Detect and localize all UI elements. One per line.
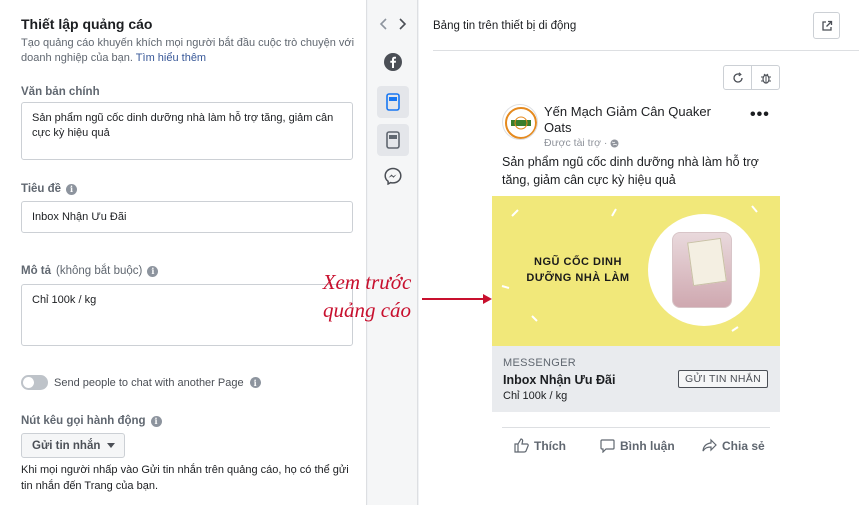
panel-description: Tạo quảng cáo khuyến khích mọi người bắt…: [21, 37, 355, 64]
preview-tools: [723, 65, 780, 90]
share-icon: [702, 438, 717, 452]
mobile-feed-placement-button[interactable]: [377, 86, 409, 118]
product-tag: [687, 237, 727, 287]
cta-headline: Inbox Nhận Ưu Đãi: [503, 373, 616, 387]
preview-panel: Bảng tin trên thiết bị di động Yến Mạch …: [419, 0, 859, 505]
open-external-button[interactable]: [813, 12, 840, 39]
info-icon[interactable]: i: [249, 377, 261, 388]
learn-more-link[interactable]: Tìm hiểu thêm: [136, 52, 206, 64]
ad-image-text: NGŨ CỐC DINH DƯỠNG NHÀ LÀM: [526, 256, 630, 284]
send-message-button[interactable]: GỬI TIN NHẮN: [678, 370, 768, 388]
external-link-icon: [821, 20, 832, 31]
headline-input[interactable]: Inbox Nhận Ưu Đãi: [21, 201, 353, 233]
panel-title: Thiết lập quảng cáo: [21, 16, 153, 32]
globe-icon: [610, 139, 619, 147]
cta-help-text: Khi mọi người nhấp vào Gửi tin nhắn trên…: [21, 464, 349, 492]
ad-image[interactable]: NGŨ CỐC DINH DƯỠNG NHÀ LÀM: [492, 196, 780, 346]
messenger-icon: [384, 167, 402, 185]
preview-header: Bảng tin trên thiết bị di động: [433, 20, 577, 32]
arrow-right-icon: [483, 294, 492, 304]
cta-bar: MESSENGER Inbox Nhận Ưu Đãi Chỉ 100k / k…: [492, 346, 780, 412]
toggle-label: Send people to chat with another Page: [54, 376, 244, 389]
caret-down-icon: [107, 443, 116, 448]
mobile-feed-icon: [386, 93, 400, 111]
more-options-icon[interactable]: •••: [750, 106, 770, 124]
desktop-feed-placement-button[interactable]: [377, 124, 409, 156]
refresh-icon: [732, 71, 743, 83]
sponsored-label: Được tài trợ ·: [544, 137, 619, 149]
chevron-left-icon[interactable]: [378, 17, 390, 36]
headline-label: Tiêu đề i: [21, 183, 78, 195]
cta-source: MESSENGER: [503, 357, 576, 369]
chat-another-page-row: Send people to chat with another Page i: [21, 375, 261, 390]
ad-primary-text: Sản phẩm ngũ cốc dinh dưỡng nhà làm hỗ t…: [502, 155, 759, 187]
cta-label: Nút kêu gọi hành động i: [21, 415, 162, 427]
info-icon[interactable]: i: [150, 415, 162, 427]
chevron-right-icon[interactable]: [396, 17, 408, 36]
page-name[interactable]: Yến Mạch Giảm Cân Quaker Oats: [544, 104, 734, 136]
ad-setup-panel: Thiết lập quảng cáo Tạo quảng cáo khuyến…: [0, 0, 367, 505]
divider: [433, 50, 859, 51]
like-icon: [514, 438, 529, 453]
divider: [502, 427, 770, 428]
placement-rail: [368, 0, 418, 505]
ad-preview-card: Yến Mạch Giảm Cân Quaker Oats Được tài t…: [492, 92, 780, 505]
like-button[interactable]: Thích: [514, 438, 566, 453]
preview-annotation: Xem trước quảng cáo: [322, 270, 412, 322]
annotation-arrow: [422, 298, 484, 300]
cta-description: Chỉ 100k / kg: [503, 390, 568, 402]
primary-text-label: Văn bản chính: [21, 86, 100, 98]
description-label: Mô tả (không bắt buộc) i: [21, 265, 159, 277]
facebook-icon: [384, 53, 402, 71]
facebook-placement-button[interactable]: [377, 46, 409, 78]
chat-another-page-toggle[interactable]: [21, 375, 48, 390]
refresh-button[interactable]: [724, 66, 752, 89]
share-button[interactable]: Chia sẻ: [702, 438, 765, 453]
brand-logo-icon: [505, 107, 537, 139]
page-avatar[interactable]: [502, 104, 538, 140]
desktop-feed-icon: [386, 131, 400, 149]
comment-icon: [600, 439, 615, 453]
cta-dropdown[interactable]: Gửi tin nhắn: [21, 433, 125, 458]
messenger-placement-button[interactable]: [377, 160, 409, 192]
info-icon[interactable]: i: [147, 265, 159, 277]
primary-text-input[interactable]: Sản phẩm ngũ cốc dinh dưỡng nhà làm hỗ t…: [21, 102, 353, 160]
report-bug-button[interactable]: [752, 66, 779, 89]
info-icon[interactable]: i: [66, 183, 78, 195]
comment-button[interactable]: Bình luận: [600, 438, 675, 453]
description-input[interactable]: Chỉ 100k / kg: [21, 284, 353, 346]
bug-icon: [760, 73, 771, 84]
